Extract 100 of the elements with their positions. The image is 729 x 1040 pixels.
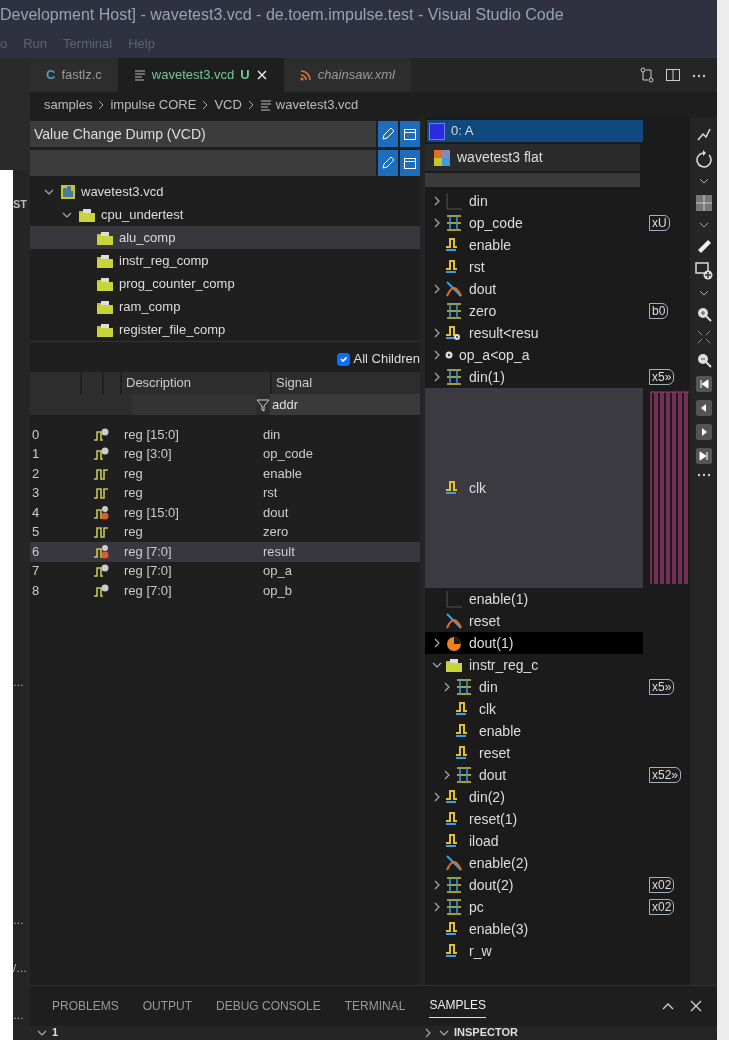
signal-item[interactable]: dout(2) <box>425 874 643 896</box>
tree-item[interactable]: alu_comp <box>30 226 420 249</box>
filter-field[interactable]: addr <box>270 394 420 415</box>
signal-item[interactable]: clk <box>425 698 643 720</box>
signal-item[interactable]: op_a<op_a <box>425 344 643 366</box>
tree-item[interactable]: register_file_comp <box>30 318 420 341</box>
corner-line-icon <box>445 192 463 210</box>
section-title[interactable]: INSPECTOR <box>454 1026 518 1040</box>
signal-item[interactable]: reset <box>425 610 643 632</box>
breadcrumb-item[interactable]: samples <box>44 97 93 113</box>
sidebar-item[interactable]: … <box>13 676 30 690</box>
window-button[interactable] <box>400 150 420 176</box>
sidebar-item[interactable]: … <box>13 914 30 928</box>
panel-tab[interactable]: SAMPLES <box>429 994 487 1018</box>
sidebar-item[interactable]: /… <box>13 961 30 975</box>
panel-tab[interactable]: OUTPUT <box>142 994 193 1018</box>
cursor-graph-icon[interactable] <box>695 126 712 142</box>
sidebar-item[interactable]: ST <box>13 198 30 212</box>
chevron-icon[interactable] <box>697 220 710 230</box>
title-field[interactable]: Value Change Dump (VCD) <box>30 121 376 147</box>
signal-item[interactable]: din <box>425 190 643 212</box>
chevron-icon[interactable] <box>697 288 710 298</box>
analog-signal-icon <box>445 854 463 872</box>
add-table-icon[interactable] <box>694 262 713 280</box>
more-actions-icon[interactable] <box>695 472 712 478</box>
table-row[interactable]: 4 reg [15:0] dout <box>30 503 420 523</box>
text-field[interactable] <box>30 150 376 176</box>
signal-item[interactable]: clk <box>425 388 643 588</box>
table-row[interactable]: 6 reg [7:0] result <box>30 542 420 562</box>
table-row[interactable]: 2 reg enable <box>30 464 420 484</box>
signal-item[interactable]: din <box>425 676 643 698</box>
signal-item[interactable]: zero <box>425 300 643 322</box>
tree-item[interactable]: wavetest3.vcd <box>30 180 420 203</box>
table-row[interactable]: 5 reg zero <box>30 522 420 542</box>
signal-item[interactable]: dout <box>425 764 643 786</box>
panel-tab[interactable]: DEBUG CONSOLE <box>216 994 321 1018</box>
all-children-checkbox[interactable] <box>336 352 350 366</box>
signal-item[interactable]: enable(3) <box>425 918 643 940</box>
breadcrumb-item[interactable]: impulse CORE <box>110 97 197 113</box>
modified-label: U <box>240 67 250 83</box>
signal-item[interactable]: enable <box>425 720 643 742</box>
signal-item[interactable]: iload <box>425 830 643 852</box>
signal-item[interactable]: instr_reg_c <box>425 654 643 676</box>
editor-tab[interactable]: wavetest3.vcd U <box>117 58 284 92</box>
close-icon[interactable] <box>689 999 703 1013</box>
checkbox-label: All Children <box>353 351 420 367</box>
editor-tab[interactable]: chainsaw.xml <box>283 58 411 92</box>
split-editor-icon[interactable] <box>665 67 681 83</box>
table-row[interactable]: 8 reg [7:0] op_b <box>30 581 420 601</box>
table-row[interactable]: 0 reg [15:0] din <box>30 425 420 445</box>
compare-changes-icon[interactable] <box>639 67 655 83</box>
table-row[interactable]: 1 reg [3:0] op_code <box>30 444 420 464</box>
scrollbar[interactable] <box>425 173 640 187</box>
signal-item[interactable]: dout(1) <box>425 632 643 654</box>
signal-item[interactable]: r_w <box>425 940 643 962</box>
filter-icon[interactable] <box>256 397 270 412</box>
sidebar-item[interactable]: … <box>13 1008 30 1022</box>
filter-field[interactable] <box>132 394 256 415</box>
tree-item[interactable]: prog_counter_comp <box>30 272 420 295</box>
section-title[interactable]: 1 <box>52 1026 59 1040</box>
window-button[interactable] <box>400 121 420 147</box>
signal-item[interactable]: dout <box>425 278 643 300</box>
signal-item[interactable]: enable <box>425 234 643 256</box>
table-cell-text: reg [15:0] <box>123 426 180 443</box>
table-row[interactable]: 7 reg [7:0] op_a <box>30 561 420 581</box>
tree-item[interactable]: ram_comp <box>30 295 420 318</box>
signal-item[interactable]: pc <box>425 896 643 918</box>
signal-item[interactable]: din(1) <box>425 366 643 388</box>
editor-tab[interactable]: C fastlz.c <box>30 58 118 92</box>
table-cell-text: reg [3:0] <box>123 446 173 463</box>
next-icon[interactable] <box>695 424 712 440</box>
chevron-icon[interactable] <box>697 176 710 186</box>
signal-item[interactable]: result<resu <box>425 322 643 344</box>
signal-item[interactable]: reset <box>425 742 643 764</box>
breadcrumb-item[interactable]: VCD <box>214 97 242 113</box>
table-cell-text: 8 <box>31 582 41 599</box>
signal-item[interactable]: op_code <box>425 212 643 234</box>
edit-button[interactable] <box>378 121 398 147</box>
signal-item[interactable]: enable(2) <box>425 852 643 874</box>
viewer-header[interactable]: 0: A <box>427 120 643 142</box>
fit-icon[interactable] <box>696 330 711 344</box>
previous-icon[interactable] <box>695 400 712 416</box>
panel-tab[interactable]: TERMINAL <box>344 994 406 1018</box>
signal-item[interactable]: din(2) <box>425 786 643 808</box>
signal-item[interactable]: rst <box>425 256 643 278</box>
table-row[interactable]: 3 reg rst <box>30 483 420 503</box>
signal-item[interactable]: reset(1) <box>425 808 643 830</box>
zoom-out-icon[interactable] <box>695 352 712 368</box>
source-item[interactable]: wavetest3 flat <box>425 144 640 171</box>
zoom-in-icon[interactable] <box>695 306 712 322</box>
tree-item[interactable]: instr_reg_comp <box>30 249 420 272</box>
breadcrumb-item[interactable]: wavetest3.vcd <box>275 97 359 113</box>
signal-item[interactable]: enable(1) <box>425 588 643 610</box>
panel-tab[interactable]: PROBLEMS <box>52 994 119 1018</box>
text-file-icon <box>259 99 272 111</box>
last-icon[interactable] <box>695 448 712 464</box>
refresh-icon[interactable] <box>694 150 713 168</box>
tree-item[interactable]: cpu_undertest <box>30 203 420 226</box>
first-icon[interactable] <box>695 376 712 392</box>
edit-button[interactable] <box>378 150 398 176</box>
